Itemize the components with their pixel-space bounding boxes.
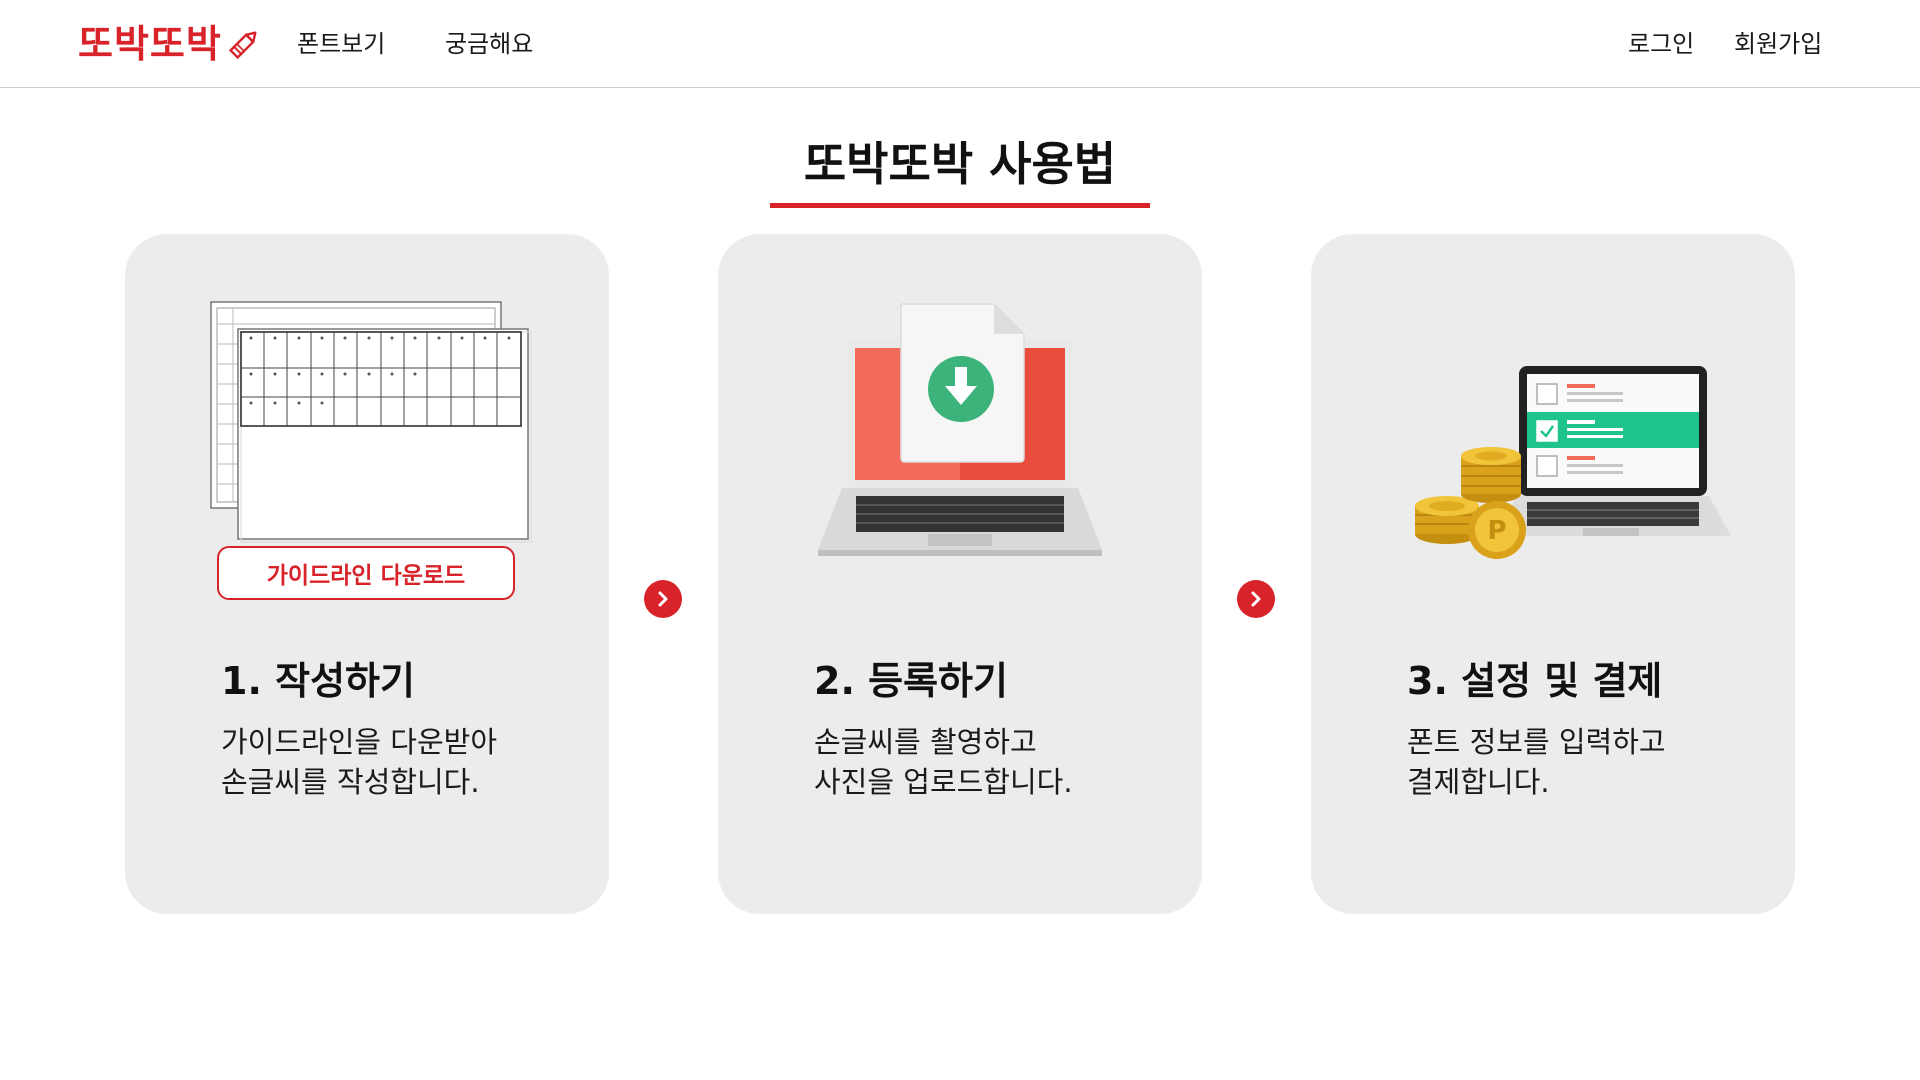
step-card-payment: P 3. 설정 및 결제 폰트 정보를 입력하고 결제합니다. [1311,234,1795,914]
next-step-arrow[interactable] [644,580,682,618]
login-link[interactable]: 로그인 [1628,28,1694,60]
step-description-line: 가이드라인을 다운받아 [221,725,498,759]
step-description-line: 결제합니다. [1407,765,1550,799]
step-description-line: 손글씨를 촬영하고 [814,725,1037,759]
step-title: 3. 설정 및 결제 [1407,659,1663,703]
svg-text:P: P [1487,516,1506,546]
step-title: 2. 등록하기 [814,659,1008,703]
logo[interactable]: 또박또박 [78,20,262,68]
guideline-download-button[interactable]: 가이드라인 다운로드 [217,546,515,600]
step-description-line: 사진을 업로드합니다. [814,765,1073,799]
laptop-coins-image: P [1415,366,1731,559]
guideline-sheets-image [210,301,532,543]
logo-text: 또박또박 [78,21,222,66]
chevron-right-icon [1251,591,1261,607]
nav-faq[interactable]: 궁금해요 [445,28,533,60]
nav-font-view[interactable]: 폰트보기 [297,28,385,60]
pencil-icon [228,31,257,60]
step-description: 폰트 정보를 입력하고 결제합니다. [1407,722,1666,802]
step-description-line: 폰트 정보를 입력하고 [1407,725,1666,759]
step-description: 손글씨를 촬영하고 사진을 업로드합니다. [814,722,1073,802]
step-description-line: 손글씨를 작성합니다. [221,765,480,799]
page-title: 또박또박 사용법 [803,137,1117,191]
step-card-write: 가이드라인 다운로드 1. 작성하기 가이드라인을 다운받아 손글씨를 작성합니… [125,234,609,914]
step-card-register: 2. 등록하기 손글씨를 촬영하고 사진을 업로드합니다. [718,234,1202,914]
title-underline [770,203,1150,208]
step-title: 1. 작성하기 [221,659,415,703]
next-step-arrow[interactable] [1237,580,1275,618]
step-description: 가이드라인을 다운받아 손글씨를 작성합니다. [221,722,497,802]
top-navbar: 또박또박 폰트보기 궁금해요 로그인 회원가입 [0,0,1920,88]
laptop-download-image [818,303,1102,556]
signup-link[interactable]: 회원가입 [1734,28,1822,60]
chevron-right-icon [658,591,668,607]
